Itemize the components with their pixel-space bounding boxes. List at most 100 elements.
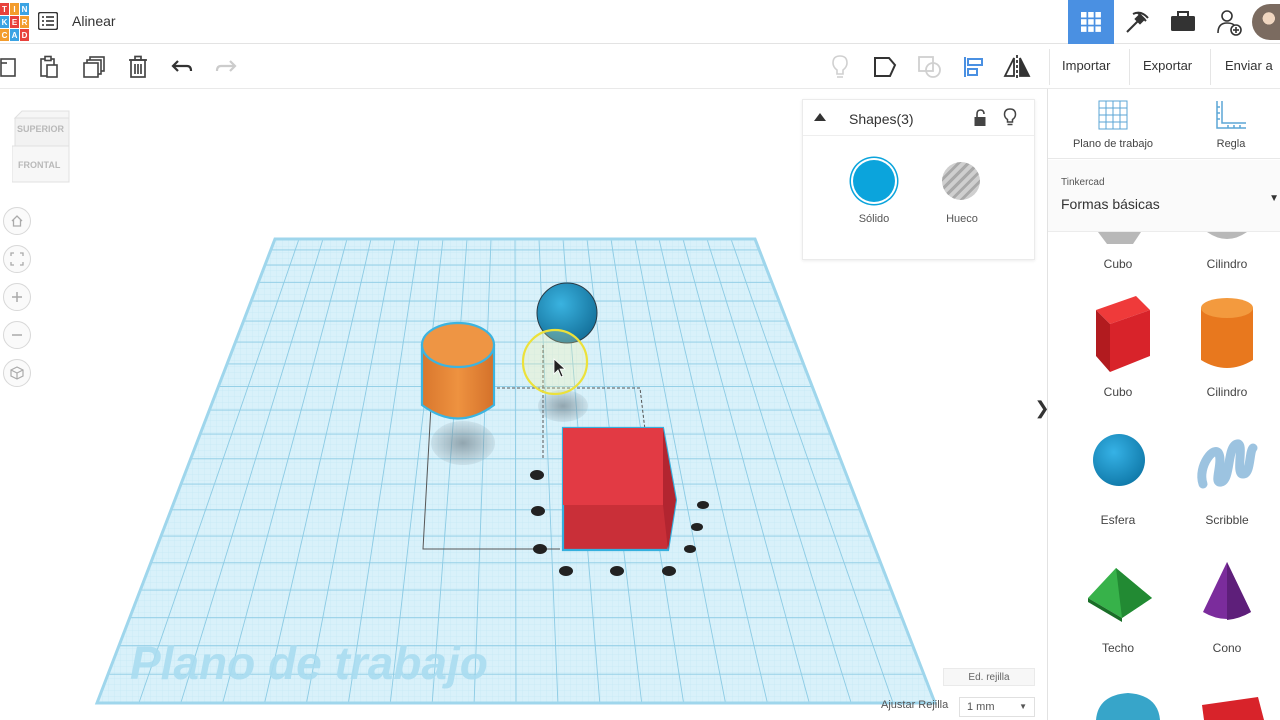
library-provider: Tinkercad: [1061, 177, 1105, 188]
redo-icon[interactable]: [212, 53, 240, 81]
logo-letter: C: [0, 29, 9, 41]
light-bulb-icon[interactable]: [826, 53, 854, 81]
tinkercad-logo[interactable]: T I N K E R C A D: [0, 3, 29, 41]
collapse-up-icon[interactable]: [813, 112, 827, 122]
briefcase-icon[interactable]: [1160, 0, 1206, 44]
striped-cylinder-icon: [1207, 232, 1247, 239]
shape-library-select[interactable]: Tinkercad Formas básicas ▼: [1048, 160, 1280, 232]
shapes-panel: Plano de trabajo Regla Tinkercad Formas …: [1047, 89, 1280, 720]
mirror-icon[interactable]: [1003, 53, 1031, 81]
ortho-view-icon[interactable]: [3, 359, 31, 387]
add-user-icon[interactable]: [1206, 0, 1252, 44]
logo-letter: K: [0, 16, 9, 28]
paste-icon[interactable]: [35, 53, 63, 81]
toolbar-divider: [1129, 49, 1130, 85]
ruler-tool-label: Regla: [1216, 138, 1246, 150]
cylinder-shadow: [431, 421, 495, 465]
home-view-icon[interactable]: [3, 207, 31, 235]
logo-letter: N: [20, 3, 29, 15]
ruler-tool[interactable]: Regla: [1186, 99, 1276, 150]
shape-label: Cono: [1212, 641, 1242, 655]
logo-letter: E: [10, 16, 19, 28]
toolbar-divider: [1210, 49, 1211, 85]
partial-shape-icon: [1096, 693, 1160, 720]
solid-label[interactable]: Sólido: [844, 213, 904, 225]
green-roof-icon: [1088, 568, 1152, 622]
workplane-icon: [1098, 100, 1128, 130]
inspector-title: Shapes(3): [849, 111, 914, 127]
top-bar: T I N K E R C A D Alinear: [0, 0, 1280, 44]
edit-toolbar: Importar Exportar Enviar a: [0, 45, 1280, 89]
workplane-watermark: Plano de trabajo: [130, 637, 488, 689]
sphere-shadow: [538, 390, 588, 422]
blue-sphere-icon: [1093, 434, 1145, 486]
scribble-icon: [1197, 439, 1258, 489]
shape-item-scribble[interactable]: Scribble: [1177, 426, 1277, 527]
viewcube-front-label[interactable]: FRONTAL: [18, 160, 60, 170]
chevron-down-icon: ▼: [1269, 193, 1279, 204]
viewcube-top-label[interactable]: SUPERIOR: [17, 124, 64, 134]
design-title[interactable]: Alinear: [72, 13, 116, 29]
align-icon[interactable]: [960, 53, 988, 81]
striped-box-icon: [1098, 232, 1141, 244]
library-name: Formas básicas: [1061, 196, 1160, 212]
lock-icon[interactable]: [973, 109, 987, 127]
duplicate-icon[interactable]: [80, 53, 108, 81]
shape-item-cilindro[interactable]: Cilindro: [1177, 294, 1277, 399]
shape-label: Cubo: [1103, 385, 1133, 399]
shape-item-cilindro-striped[interactable]: Cilindro: [1177, 232, 1277, 271]
shape-label: Scribble: [1205, 513, 1249, 527]
workplane-grid[interactable]: [94, 237, 938, 705]
orange-cylinder-object[interactable]: [420, 321, 496, 420]
export-button[interactable]: Exportar: [1143, 58, 1192, 73]
pickaxe-icon[interactable]: [1114, 0, 1160, 44]
snap-grid-label: Ajustar Rejilla: [881, 699, 949, 711]
shape-item-cono[interactable]: Cono: [1177, 558, 1277, 655]
delete-icon[interactable]: [124, 53, 152, 81]
ungroup-icon[interactable]: [916, 53, 944, 81]
workplane-tools: Plano de trabajo Regla: [1048, 89, 1280, 159]
shape-item-cubo-striped[interactable]: Cubo: [1068, 232, 1168, 271]
grid-view-icon[interactable]: [1068, 0, 1114, 44]
logo-letter: R: [20, 16, 29, 28]
shape-item-cubo[interactable]: Cubo: [1068, 294, 1168, 399]
shape-label: Cilindro: [1206, 385, 1248, 399]
logo-letter: A: [10, 29, 19, 41]
shape-label: Esfera: [1100, 513, 1136, 527]
shape-label: Cubo: [1103, 257, 1133, 271]
group-icon[interactable]: [871, 53, 899, 81]
undo-icon[interactable]: [168, 53, 196, 81]
send-to-button[interactable]: Enviar a: [1225, 58, 1273, 73]
shape-label: Techo: [1101, 641, 1135, 655]
view-cube[interactable]: SUPERIOR FRONTAL: [11, 110, 70, 184]
user-avatar[interactable]: [1252, 4, 1280, 40]
partial-text-shape-icon: [1202, 697, 1264, 720]
ruler-icon: [1216, 101, 1246, 129]
fit-view-icon[interactable]: [3, 245, 31, 273]
red-box-icon: [1096, 296, 1150, 372]
workplane-tool[interactable]: Plano de trabajo: [1068, 99, 1158, 150]
red-cube-object[interactable]: [561, 426, 678, 552]
zoom-out-icon[interactable]: [3, 321, 31, 349]
design-menu-icon[interactable]: [37, 11, 59, 31]
hole-swatch[interactable]: [942, 162, 980, 200]
logo-letter: I: [10, 3, 19, 15]
new-icon[interactable]: [0, 53, 22, 81]
snap-grid-value: 1 mm: [967, 701, 995, 713]
logo-letter: D: [20, 29, 29, 41]
tinkercad-editor: T I N K E R C A D Alinear Importar Expor…: [0, 0, 1280, 720]
import-button[interactable]: Importar: [1062, 58, 1110, 73]
light-bulb-icon[interactable]: [1003, 108, 1017, 126]
zoom-in-icon[interactable]: [3, 283, 31, 311]
edit-grid-button[interactable]: Ed. rejilla: [943, 668, 1035, 686]
shape-inspector-panel: Shapes(3) Sólido Hueco: [802, 99, 1035, 260]
shape-item-esfera[interactable]: Esfera: [1068, 426, 1168, 527]
snap-grid-select[interactable]: 1 mm ▼: [959, 697, 1035, 717]
workplane-tool-label: Plano de trabajo: [1072, 138, 1154, 150]
shape-item-techo[interactable]: Techo: [1068, 558, 1168, 655]
inspector-header: Shapes(3): [803, 100, 1034, 136]
hole-label[interactable]: Hueco: [932, 213, 992, 225]
solid-color-swatch[interactable]: [853, 160, 895, 202]
purple-cone-icon: [1203, 562, 1251, 620]
logo-letter: T: [0, 3, 9, 15]
